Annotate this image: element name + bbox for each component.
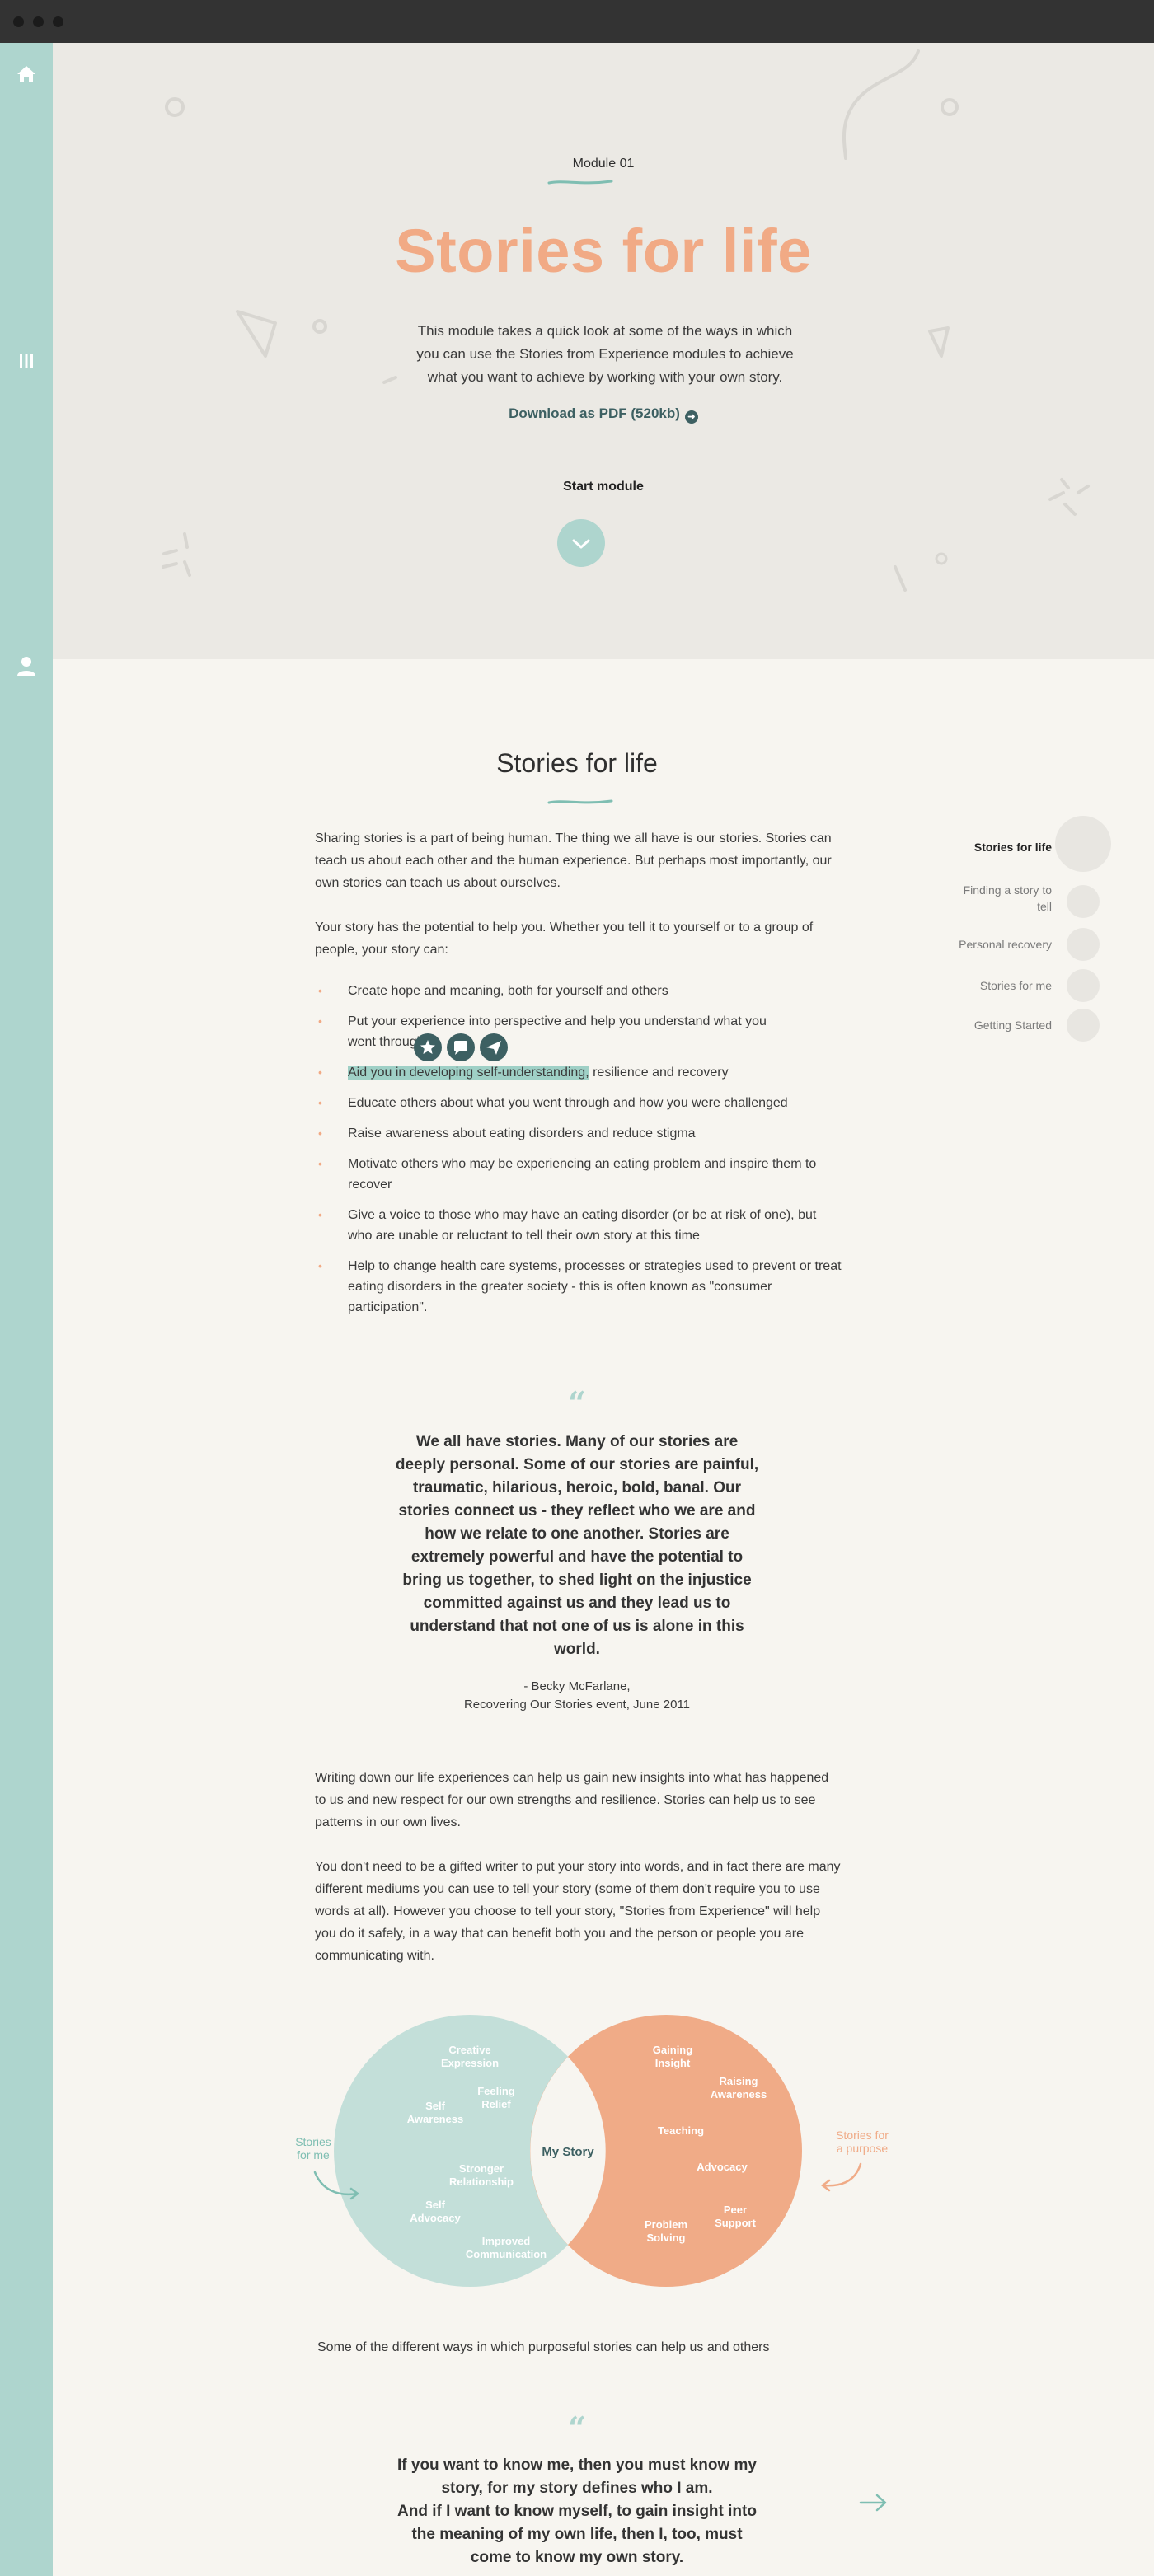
toc-progress-circle [1067,885,1100,918]
module-hero: Module 01 Stories for life This module t… [53,43,1154,659]
quote-mark-icon: “ [568,2410,586,2447]
list-item: • Raise awareness about eating disorders … [315,1123,842,1144]
list-item: • Motivate others who may be experiencing… [315,1154,842,1195]
venn-item: Creative [448,2044,490,2056]
toc-item-finding-a-story[interactable]: Finding a story to tell [923,882,1121,921]
quote-attribution: - Becky McFarlane, Recovering Our Storie… [463,1679,691,1712]
title-underline-squiggle [547,180,613,185]
hero-title: Stories for life [395,217,812,285]
toc-item-personal-recovery[interactable]: Personal recovery [923,928,1121,964]
intro-paragraph-2: Your story has the potential to help you… [315,920,814,957]
comment-button[interactable] [447,1033,475,1061]
share-button[interactable] [480,1033,508,1061]
venn-item: Gaining [653,2044,692,2056]
venn-item: Teaching [658,2124,704,2137]
list-item: • Put your experience into perspective an… [315,1011,842,1052]
list-item: • Help to change health care systems, pro… [315,1256,842,1318]
writing-paragraph: Writing down our life experiences can he… [315,1771,829,1829]
download-pdf-link[interactable]: Download as PDF (520kb) ➜ [53,405,1154,424]
arrow-right-circle-icon: ➜ [684,410,698,424]
benefits-list: • Create hope and meaning, both for yours… [315,981,842,1318]
start-module-label: Start module [563,480,644,494]
venn-caption: Some of the different ways in which purp… [317,2340,770,2354]
venn-item: Advocacy [697,2161,748,2173]
bullet-dot-icon: • [318,1259,322,1272]
comment-icon [454,1041,467,1055]
module-number-label: Module 01 [572,157,635,171]
star-icon [420,1040,435,1054]
venn-item: Solving [647,2232,686,2244]
mediums-paragraph: You don't need to be a gifted writer to … [315,1860,841,1963]
window-close-button[interactable] [13,16,24,27]
bullet-dot-icon: • [318,1066,322,1079]
venn-center-label: My Story [542,2145,594,2159]
start-module-button[interactable] [557,519,605,567]
bullet-dot-icon: • [318,1208,322,1221]
venn-item: Feeling [477,2085,515,2097]
list-item: • Aid you in developing self-understandin… [315,1062,842,1083]
venn-item: Awareness [711,2088,767,2101]
toc-item-stories-for-me[interactable]: Stories for me [923,969,1121,1005]
list-item: • Give a voice to those who may have an e… [315,1205,842,1246]
sidebar-nav [0,43,53,2576]
user-icon[interactable] [15,654,38,677]
bullet-dot-icon: • [318,1096,322,1109]
hero-description: This module takes a quick look at some o… [416,323,794,385]
toc-progress-circle [1067,928,1100,961]
venn-item: Communication [466,2248,547,2260]
list-item: • Educate others about what you went thro… [315,1093,842,1113]
venn-left-label: Stories [295,2135,331,2148]
venn-item: Problem [645,2218,687,2231]
venn-item: Peer [724,2204,747,2216]
arrow-right-icon[interactable] [857,2490,890,2515]
intro-paragraph-1: Sharing stories is a part of being human… [315,831,832,890]
window-maximize-button[interactable] [53,16,63,27]
venn-right-label: a purpose [837,2142,888,2155]
section-title: Stories for life [496,748,658,778]
venn-item: Self [425,2199,446,2211]
send-icon [486,1041,501,1055]
toc-progress-circle [1067,969,1100,1002]
home-icon[interactable] [15,63,38,86]
venn-item: Stronger [459,2162,504,2175]
venn-item: Raising [720,2075,758,2087]
bullet-dot-icon: • [318,1157,322,1170]
venn-item: Insight [655,2057,691,2069]
quote-text: We all have stories. Many of our stories… [395,1433,759,1658]
venn-item: Expression [441,2057,499,2069]
venn-item: Self [425,2100,446,2112]
bullet-dot-icon: • [318,1126,322,1140]
toc-item-stories-for-life[interactable]: Stories for life [923,816,1121,872]
list-item: • Create hope and meaning, both for yours… [315,981,842,1001]
quote-mark-icon: “ [568,1384,586,1421]
section-title-underline [547,799,613,804]
toc-progress-circle [1067,1009,1100,1042]
venn-item: Relationship [449,2176,514,2188]
stories-venn-diagram: My Story Creative Expression Feeling Rel… [295,2015,889,2287]
toc-progress-circle [1055,816,1111,872]
menu-icon[interactable] [15,349,38,372]
venn-item: Advocacy [410,2212,461,2224]
venn-item: Awareness [407,2113,463,2125]
window-minimize-button[interactable] [33,16,44,27]
chevron-down-icon [572,539,590,549]
highlighted-text[interactable]: Aid you in developing self-understanding… [348,1066,589,1080]
venn-item: Improved [482,2235,531,2247]
venn-item: Support [715,2217,756,2229]
browser-title-bar [0,0,1154,43]
bullet-dot-icon: • [318,1014,322,1028]
toc-item-getting-started[interactable]: Getting Started [923,1009,1121,1045]
quote-text: If you want to know me, then you must kn… [397,2457,757,2566]
venn-right-label: Stories for [836,2129,889,2142]
bullet-dot-icon: • [318,984,322,997]
venn-item: Relief [481,2098,511,2110]
favorite-button[interactable] [414,1033,442,1061]
venn-left-label: for me [297,2148,330,2161]
